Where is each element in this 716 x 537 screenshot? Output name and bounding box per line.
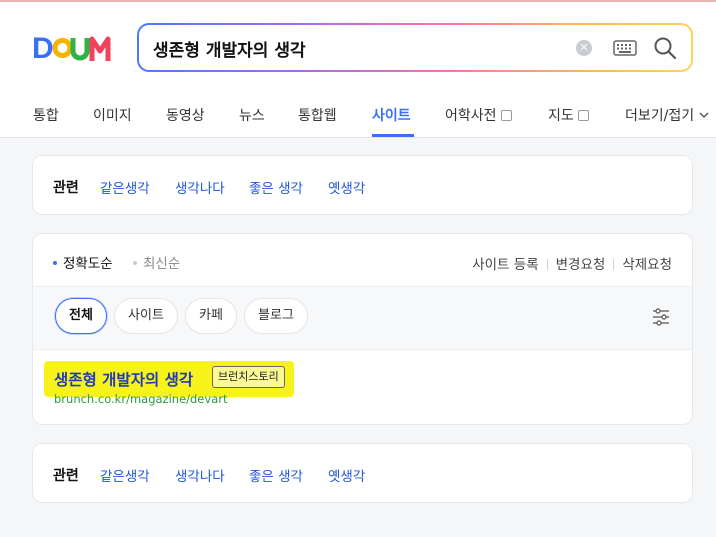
related-title: 관련 xyxy=(53,468,79,484)
tab-bar: 통합 이미지 동영상 뉴스 통합웹 사이트 어학사전 지도 더보기/접기 xyxy=(0,91,716,138)
result-actions: 사이트 등록 변경요청 삭제요청 xyxy=(472,253,672,273)
delete-request-link[interactable]: 삭제요청 xyxy=(622,257,672,273)
related-link[interactable]: 생각나다 xyxy=(175,465,225,485)
related-title: 관련 xyxy=(53,180,79,196)
filter-site[interactable]: 사이트 xyxy=(114,298,178,334)
tab-more-label: 더보기/접기 xyxy=(625,108,695,124)
result-title-link[interactable]: 생존형 개발자의 생각 xyxy=(54,368,193,390)
daum-logo[interactable]: D xyxy=(32,30,122,66)
related-card-bottom: 관련 같은생각 생각나다 좋은 생각 옛생각 xyxy=(32,443,693,503)
tab-news[interactable]: 뉴스 xyxy=(239,105,265,125)
tab-site[interactable]: 사이트 xyxy=(372,105,411,125)
result-item: 생존형 개발자의 생각 브런치스토리 brunch.co.kr/magazine… xyxy=(33,348,692,424)
sort-accuracy-label: 정확도순 xyxy=(63,256,113,272)
search-box: ✕ xyxy=(137,23,693,72)
keyboard-icon[interactable] xyxy=(613,39,637,57)
sort-latest-label: 최신순 xyxy=(143,256,181,272)
tab-map-label: 지도 xyxy=(548,108,574,124)
filter-settings-icon[interactable] xyxy=(651,307,671,327)
filter-cafe[interactable]: 카페 xyxy=(185,298,237,334)
filter-blog[interactable]: 블로그 xyxy=(244,298,308,334)
header: D ✕ xyxy=(0,2,716,91)
sort-latest[interactable]: 최신순 xyxy=(133,252,180,272)
tab-images[interactable]: 이미지 xyxy=(93,105,132,125)
related-link[interactable]: 옛생각 xyxy=(328,465,365,485)
chevron-down-icon xyxy=(699,112,709,119)
active-tab-indicator xyxy=(372,134,414,137)
external-link-icon xyxy=(500,110,512,121)
source-badge: 브런치스토리 xyxy=(212,366,285,388)
tab-more[interactable]: 더보기/접기 xyxy=(625,105,709,125)
sort-accuracy[interactable]: 정확도순 xyxy=(53,252,113,272)
filter-all[interactable]: 전체 xyxy=(55,298,107,334)
related-card-top: 관련 같은생각 생각나다 좋은 생각 옛생각 xyxy=(32,155,693,215)
related-link[interactable]: 같은생각 xyxy=(100,465,150,485)
tab-map[interactable]: 지도 xyxy=(548,105,589,125)
tab-dictionary-label: 어학사전 xyxy=(445,108,497,124)
related-link[interactable]: 같은생각 xyxy=(100,177,150,197)
tab-videos[interactable]: 동영상 xyxy=(166,105,205,125)
external-link-icon xyxy=(577,110,589,121)
related-link[interactable]: 생각나다 xyxy=(175,177,225,197)
related-link[interactable]: 좋은 생각 xyxy=(249,465,303,485)
active-dot xyxy=(53,261,57,265)
related-link[interactable]: 옛생각 xyxy=(328,177,365,197)
inactive-dot xyxy=(133,261,137,265)
divider xyxy=(546,259,548,270)
change-request-link[interactable]: 변경요청 xyxy=(556,257,606,273)
divider xyxy=(613,259,615,270)
tab-web[interactable]: 통합웹 xyxy=(298,105,337,125)
search-input[interactable] xyxy=(153,33,563,63)
filter-bar: 전체 사이트 카페 블로그 xyxy=(33,286,692,350)
results-card: 정확도순 최신순 사이트 등록 변경요청 삭제요청 전체 사이트 카페 블로그 생존… xyxy=(32,233,693,425)
search-icon[interactable] xyxy=(653,36,677,60)
result-url-link[interactable]: brunch.co.kr/magazine/devart xyxy=(54,392,227,406)
tab-all[interactable]: 통합 xyxy=(33,105,59,125)
svg-text:D: D xyxy=(32,32,54,65)
clear-icon[interactable]: ✕ xyxy=(576,40,592,56)
related-link[interactable]: 좋은 생각 xyxy=(249,177,303,197)
register-site-link[interactable]: 사이트 등록 xyxy=(472,257,538,273)
tab-dictionary[interactable]: 어학사전 xyxy=(445,105,512,125)
